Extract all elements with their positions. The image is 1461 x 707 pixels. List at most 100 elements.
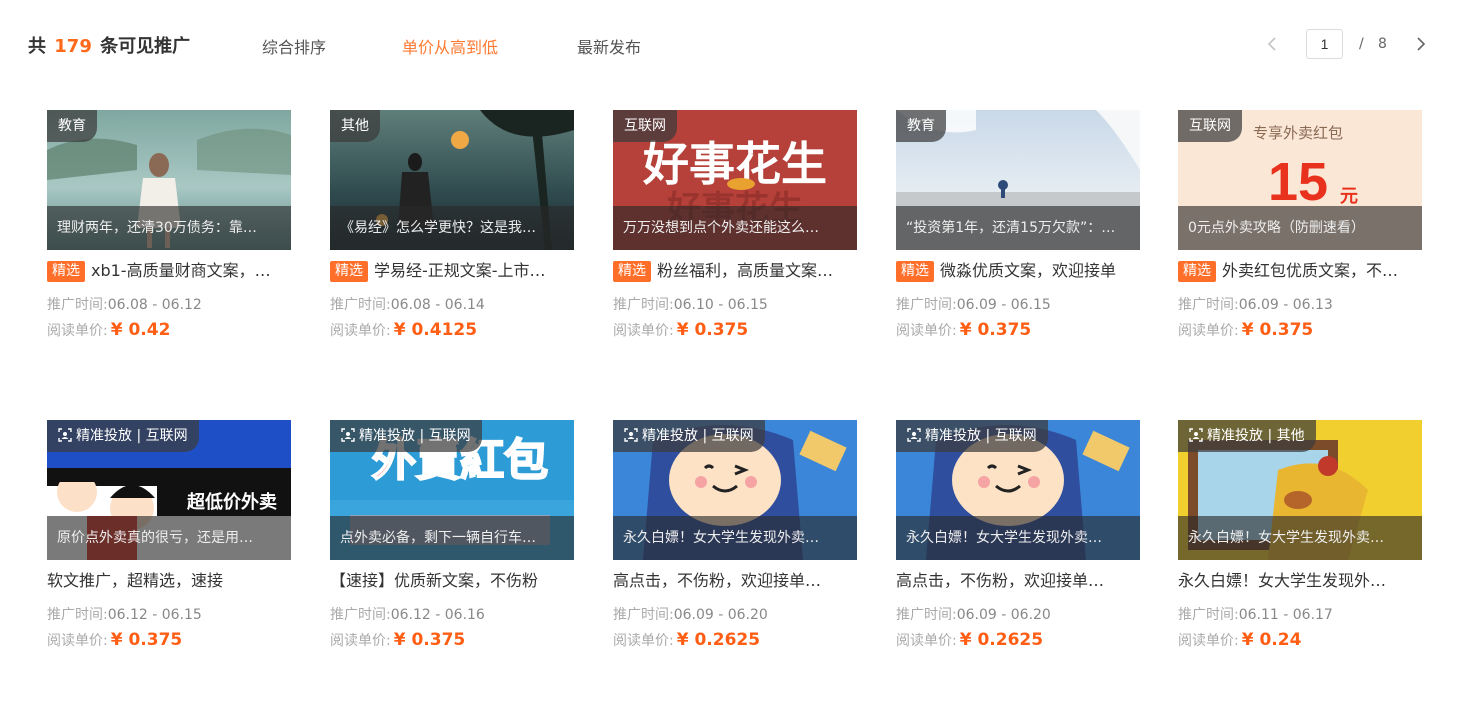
card-title-row[interactable]: 精选 外卖红包优质文案，不…: [1178, 260, 1422, 282]
thumbnail-headline: 超低价外卖: [187, 491, 277, 513]
category-label: 教育: [907, 118, 935, 134]
promo-card[interactable]: 其他 《易经》怎么学更快？这是我… 精选 学易经-正规文案-上市… 推广时间:06…: [330, 110, 574, 360]
unit-price: 阅读单价: ¥ 0.375: [1178, 320, 1313, 340]
price-label: 阅读单价:: [1178, 633, 1239, 649]
promo-time: 推广时间:06.08 - 06.14: [330, 294, 485, 314]
promo-card[interactable]: 好事花生 好事花生 互联网 万万没想到点个外卖还能这么… 精选粉丝福利，高质量文…: [613, 110, 857, 360]
card-thumbnail: 精准投放 | 其他 永久白嫖！女大学生发现外卖…: [1178, 420, 1422, 560]
featured-badge: 精选: [330, 261, 368, 282]
card-title-row[interactable]: 高点击，不伤粉，欢迎接单…: [613, 570, 857, 592]
card-title: 永久白嫖！女大学生发现外…: [1178, 571, 1387, 590]
unit-price: 阅读单价: ¥ 0.375: [47, 630, 182, 650]
category-tag: 互联网: [1178, 110, 1242, 142]
time-value: 06.09 - 06.20: [956, 607, 1051, 623]
thumbnail-caption: 永久白嫖！女大学生发现外卖…: [896, 516, 1140, 560]
next-page-button[interactable]: [1412, 34, 1430, 54]
unit-price: 阅读单价: ¥ 0.375: [330, 630, 465, 650]
category-label: 精准投放 | 其他: [1207, 428, 1305, 444]
category-label: 互联网: [1189, 118, 1231, 134]
card-title-row[interactable]: 精选 粉丝福利，高质量文案…: [613, 260, 857, 282]
time-value: 06.09 - 06.13: [1238, 297, 1333, 313]
time-label: 推广时间:: [613, 607, 674, 623]
thumbnail-caption: 原价点外卖真的很亏，还是用…: [47, 516, 291, 560]
chevron-right-icon: [1417, 37, 1426, 51]
promo-card[interactable]: 专享外卖红包 15 元 互联网 0元点外卖攻略（防删速看） 精选 外卖红包优质文案…: [1178, 110, 1422, 360]
card-thumbnail: 教育 “投资第1年，还清15万欠款”：…: [896, 110, 1140, 250]
time-value: 06.08 - 06.12: [107, 297, 202, 313]
card-title-row[interactable]: 【速接】优质新文案，不伤粉: [330, 570, 574, 592]
promo-time: 推广时间:06.09 - 06.13: [1178, 294, 1333, 314]
promo-card[interactable]: 精准投放 | 互联网 永久白嫖！女大学生发现外卖… 高点击，不伤粉，欢迎接单… …: [613, 420, 857, 670]
price-value: ¥ 0.24: [1241, 630, 1302, 650]
time-label: 推广时间:: [47, 297, 108, 313]
card-title: 高点击，不伤粉，欢迎接单…: [613, 571, 822, 590]
category-label: 互联网: [624, 118, 666, 134]
thumbnail-caption: 0元点外卖攻略（防删速看）: [1178, 206, 1422, 250]
category-tag: 教育: [47, 110, 97, 142]
card-title-row[interactable]: 精选 xb1-高质量财商文案，…: [47, 260, 291, 282]
promo-card[interactable]: 超低价外卖 精准投放 | 互联网 原价点外卖真的很亏，还是用… 软文推广，超精选…: [47, 420, 291, 670]
target-icon: [907, 428, 921, 442]
total-count: 179: [54, 36, 92, 57]
promo-card[interactable]: 外賣紅包 精准投放 | 互联网 点外卖必备，剩下一辆自行车… 【速接】优质新文案…: [330, 420, 574, 670]
chevron-left-icon: [1267, 37, 1276, 51]
card-title: 微淼优质文案，欢迎接单: [940, 261, 1117, 280]
category-tag: 精准投放 | 互联网: [896, 420, 1048, 452]
category-tag: 精准投放 | 其他: [1178, 420, 1316, 452]
price-value: ¥ 0.42: [110, 320, 171, 340]
time-value: 06.10 - 06.15: [673, 297, 768, 313]
card-thumbnail: 精准投放 | 互联网 永久白嫖！女大学生发现外卖…: [896, 420, 1140, 560]
unit-price: 阅读单价: ¥ 0.24: [1178, 630, 1301, 650]
promo-time: 推广时间:06.12 - 06.16: [330, 604, 485, 624]
total-suffix: 条可见推广: [100, 36, 191, 57]
unit-price: 阅读单价: ¥ 0.375: [896, 320, 1031, 340]
time-value: 06.12 - 06.16: [390, 607, 485, 623]
category-tag: 互联网: [613, 110, 677, 142]
price-value: ¥ 0.4125: [393, 320, 478, 340]
page-number-input[interactable]: 1: [1306, 29, 1343, 59]
target-icon: [341, 428, 355, 442]
price-label: 阅读单价:: [330, 633, 391, 649]
price-value: ¥ 0.375: [393, 630, 466, 650]
time-value: 06.08 - 06.14: [390, 297, 485, 313]
thumbnail-caption: 《易经》怎么学更快？这是我…: [330, 206, 574, 250]
sort-newest[interactable]: 最新发布: [577, 34, 641, 58]
price-label: 阅读单价:: [330, 323, 391, 339]
sort-price-desc[interactable]: 单价从高到低: [402, 34, 498, 58]
time-value: 06.09 - 06.15: [956, 297, 1051, 313]
promo-card[interactable]: 精准投放 | 其他 永久白嫖！女大学生发现外卖… 永久白嫖！女大学生发现外… 推…: [1178, 420, 1422, 670]
category-label: 精准投放 | 互联网: [925, 428, 1037, 444]
time-label: 推广时间:: [896, 607, 957, 623]
promo-card[interactable]: 教育 理财两年，还清30万债务：靠… 精选 xb1-高质量财商文案，… 推广时间:…: [47, 110, 291, 360]
card-title-row[interactable]: 软文推广，超精选，速接: [47, 570, 291, 592]
card-title-row[interactable]: 精选 微淼优质文案，欢迎接单: [896, 260, 1140, 282]
unit-price: 阅读单价: ¥ 0.42: [47, 320, 170, 340]
prev-page-button[interactable]: [1263, 34, 1281, 54]
total-pages: 8: [1378, 36, 1387, 52]
unit-price: 阅读单价: ¥ 0.4125: [330, 320, 477, 340]
thumbnail-caption: 万万没想到点个外卖还能这么…: [613, 206, 857, 250]
category-label: 其他: [341, 118, 369, 134]
time-value: 06.12 - 06.15: [107, 607, 202, 623]
category-tag: 精准投放 | 互联网: [613, 420, 765, 452]
promo-card[interactable]: 教育 “投资第1年，还清15万欠款”：… 精选 微淼优质文案，欢迎接单 推广时间:…: [896, 110, 1140, 360]
time-label: 推广时间:: [613, 297, 674, 313]
promo-card[interactable]: 精准投放 | 互联网 永久白嫖！女大学生发现外卖… 高点击，不伤粉，欢迎接单… …: [896, 420, 1140, 670]
time-label: 推广时间:: [330, 607, 391, 623]
time-label: 推广时间:: [1178, 607, 1239, 623]
card-title: 粉丝福利，高质量文案…: [657, 261, 834, 280]
price-label: 阅读单价:: [896, 633, 957, 649]
sort-comprehensive[interactable]: 综合排序: [262, 34, 326, 58]
card-title-row[interactable]: 高点击，不伤粉，欢迎接单…: [896, 570, 1140, 592]
category-tag: 其他: [330, 110, 380, 142]
price-label: 阅读单价:: [47, 323, 108, 339]
card-thumbnail: 专享外卖红包 15 元 互联网 0元点外卖攻略（防删速看）: [1178, 110, 1422, 250]
featured-badge: 精选: [613, 261, 651, 282]
card-title-row[interactable]: 精选 学易经-正规文案-上市…: [330, 260, 574, 282]
price-label: 阅读单价:: [613, 323, 674, 339]
time-value: 06.09 - 06.20: [673, 607, 768, 623]
price-value: ¥ 0.375: [676, 320, 749, 340]
unit-price: 阅读单价: ¥ 0.2625: [613, 630, 760, 650]
thumbnail-unit: 元: [1340, 186, 1358, 207]
card-title-row[interactable]: 永久白嫖！女大学生发现外…: [1178, 570, 1422, 592]
